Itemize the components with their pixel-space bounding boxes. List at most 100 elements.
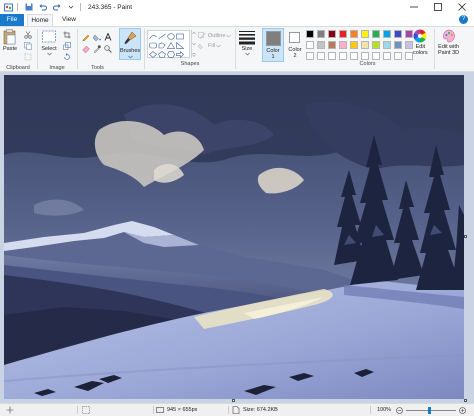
save-icon[interactable]	[24, 3, 34, 12]
fill-bucket-icon	[198, 43, 203, 49]
palette-swatch[interactable]	[328, 30, 336, 38]
help-icon[interactable]: ?	[459, 15, 468, 24]
palette-swatch[interactable]	[394, 30, 402, 38]
group-separator	[235, 29, 236, 69]
copy-icon[interactable]	[24, 42, 32, 50]
rotate-icon[interactable]	[63, 53, 71, 61]
tab-view[interactable]: View	[56, 14, 82, 26]
palette-swatch[interactable]	[372, 52, 380, 60]
hexagon-icon[interactable]	[167, 51, 175, 58]
zoom-out-button[interactable]	[396, 404, 403, 416]
crop-icon[interactable]	[63, 31, 71, 39]
palette-swatch[interactable]	[317, 52, 325, 60]
resize-icon[interactable]	[63, 42, 71, 50]
polygon-icon[interactable]	[158, 42, 166, 49]
palette-swatch[interactable]	[350, 52, 358, 60]
arrow-right-icon[interactable]	[176, 51, 184, 58]
brushes-button[interactable]: Brushes	[119, 28, 141, 60]
palette-swatch[interactable]	[383, 30, 391, 38]
shapes-scroll[interactable]	[191, 30, 196, 58]
close-button[interactable]	[450, 0, 474, 14]
palette-swatch[interactable]	[350, 30, 358, 38]
paste-button[interactable]: Paste	[3, 29, 17, 52]
select-button[interactable]: Select	[41, 29, 57, 56]
rectangle-icon[interactable]	[176, 33, 184, 40]
title-separator	[17, 3, 18, 11]
palette-swatch[interactable]	[394, 52, 402, 60]
palette-swatch[interactable]	[317, 41, 325, 49]
palette-swatch[interactable]	[328, 41, 336, 49]
fill-dropdown[interactable]: Fill	[198, 42, 221, 49]
eraser-icon[interactable]	[82, 45, 90, 53]
rounded-rectangle-icon[interactable]	[149, 42, 157, 49]
color1-swatch	[266, 31, 281, 46]
tab-home[interactable]: Home	[27, 14, 53, 26]
customize-quick-access-icon[interactable]	[66, 3, 76, 12]
diamond-icon[interactable]	[149, 51, 157, 58]
palette-swatch[interactable]	[339, 41, 347, 49]
outline-label: Outline	[208, 32, 226, 39]
color1-button[interactable]: Color 1	[262, 28, 284, 62]
text-icon[interactable]	[104, 33, 112, 41]
clipboard-extra-icon[interactable]	[24, 53, 32, 61]
zoom-slider-thumb[interactable]	[428, 407, 431, 414]
palette-swatch[interactable]	[394, 41, 402, 49]
zoom-in-button[interactable]	[459, 404, 466, 416]
oval-icon[interactable]	[167, 33, 175, 40]
scroll-down-icon	[192, 42, 196, 46]
resize-handle-bottom[interactable]	[232, 399, 235, 402]
pentagon-icon[interactable]	[158, 51, 166, 58]
straight-line-icon[interactable]	[158, 33, 166, 40]
palette-swatch[interactable]	[306, 30, 314, 38]
triangle-icon[interactable]	[167, 42, 175, 49]
palette-swatch[interactable]	[339, 52, 347, 60]
minimize-button[interactable]	[402, 0, 426, 14]
outline-dropdown[interactable]: Outline	[198, 32, 232, 39]
cursor-position-icon	[6, 406, 14, 414]
edit-with-paint3d-button[interactable]: Edit with Paint 3D	[438, 29, 459, 56]
palette-swatch[interactable]	[383, 52, 391, 60]
palette-swatch[interactable]	[361, 41, 369, 49]
palette-swatch[interactable]	[383, 41, 391, 49]
color-picker-icon[interactable]	[93, 45, 101, 53]
palette-swatch[interactable]	[372, 30, 380, 38]
palette-swatch[interactable]	[328, 52, 336, 60]
winter-landscape-painting	[4, 75, 464, 399]
color2-button[interactable]: Color 2	[286, 28, 304, 62]
size-button[interactable]: Size	[238, 29, 256, 56]
palette-swatch[interactable]	[405, 41, 413, 49]
redo-icon[interactable]	[52, 3, 62, 12]
zoom-slider[interactable]	[406, 410, 456, 411]
palette-swatch[interactable]	[350, 41, 358, 49]
paint-app-icon	[3, 3, 13, 12]
canvas-image[interactable]	[4, 75, 464, 399]
brushes-label: Brushes	[120, 48, 141, 54]
palette-swatch[interactable]	[405, 30, 413, 38]
fill-icon[interactable]	[93, 33, 101, 41]
palette-swatch[interactable]	[405, 52, 413, 60]
maximize-button[interactable]	[426, 0, 450, 14]
undo-icon[interactable]	[38, 3, 48, 12]
cursor-position	[6, 404, 14, 416]
resize-handle-right[interactable]	[464, 235, 467, 238]
palette-swatch[interactable]	[361, 30, 369, 38]
right-triangle-icon[interactable]	[176, 42, 184, 49]
cut-icon[interactable]	[24, 31, 32, 39]
pencil-icon[interactable]	[82, 33, 90, 41]
magnifier-icon[interactable]	[104, 45, 112, 53]
maximize-icon	[434, 3, 442, 11]
palette-swatch[interactable]	[372, 41, 380, 49]
edit-colors-button[interactable]: Edit colors	[413, 29, 428, 56]
tab-file[interactable]: File	[0, 14, 24, 26]
paint3d-sublabel: Paint 3D	[438, 50, 460, 56]
palette-swatch[interactable]	[361, 52, 369, 60]
line-shape-icon[interactable]	[149, 33, 157, 40]
palette-swatch[interactable]	[317, 30, 325, 38]
palette-swatch[interactable]	[339, 30, 347, 38]
resize-handle-corner[interactable]	[464, 399, 467, 402]
zoom-level: 100%	[377, 407, 392, 413]
palette-swatch[interactable]	[306, 41, 314, 49]
image-dimensions: 945 × 655px	[156, 404, 197, 416]
palette-swatch[interactable]	[306, 52, 314, 60]
tools-group: Tools	[78, 27, 117, 72]
